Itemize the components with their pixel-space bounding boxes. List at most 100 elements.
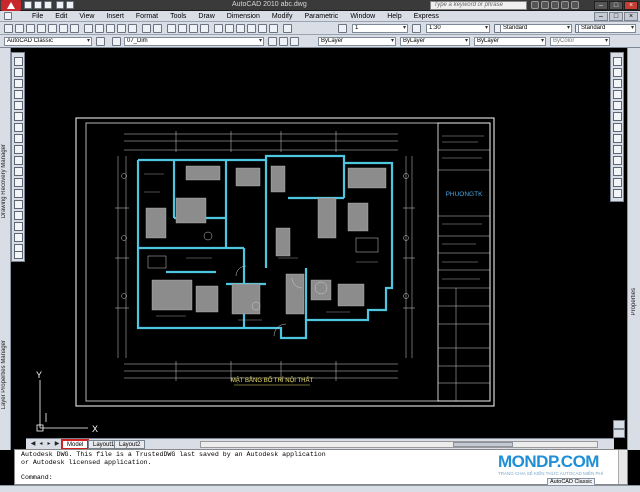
subscription-icon[interactable] [541,1,549,9]
fillet-icon[interactable] [613,189,622,198]
region-icon[interactable] [14,233,23,242]
spline-icon[interactable] [14,145,23,154]
revision-cloud-icon[interactable] [14,134,23,143]
redo-icon[interactable] [66,1,74,9]
menu-item-dimension[interactable]: Dimension [221,12,266,21]
line-icon[interactable] [14,57,23,66]
annotation-scale-icon[interactable] [338,24,347,33]
quickcalc-icon[interactable] [269,24,278,33]
workspace-select[interactable]: AutoCAD Classic [4,37,92,46]
properties-palette-label[interactable]: Properties [631,288,637,315]
doc-restore-button[interactable]: □ [609,12,623,21]
plotstyle-select[interactable]: ByColor [550,37,610,46]
layer-manager-icon[interactable] [112,37,121,46]
point-icon[interactable] [14,200,23,209]
make-current-icon[interactable] [268,37,277,46]
undo-tool-icon[interactable] [142,24,151,33]
layer-properties-manager-label[interactable]: Layer Properties Manager [1,340,7,409]
3d-dwf-icon[interactable] [70,24,79,33]
menu-item-edit[interactable]: Edit [49,12,73,21]
ellipse-icon[interactable] [14,156,23,165]
layer-previous-icon[interactable] [279,37,288,46]
break-icon[interactable] [613,178,622,187]
binoculars-icon[interactable] [531,1,539,9]
polyline-icon[interactable] [14,79,23,88]
dim-scale-select[interactable]: 1:30 [426,24,490,33]
move-icon[interactable] [613,112,622,121]
copy-icon[interactable] [95,24,104,33]
hatch-icon[interactable] [14,211,23,220]
next-tab-arrow[interactable]: ▸ [46,441,52,448]
open-file-icon[interactable] [15,24,24,33]
last-tab-arrow[interactable]: ▶ [54,441,60,448]
communication-center-icon[interactable] [551,1,559,9]
layer-state-icon[interactable] [290,37,299,46]
rotate-icon[interactable] [613,123,622,132]
block-editor-icon[interactable] [128,24,137,33]
scale-icon[interactable] [613,134,622,143]
ellipse-arc-icon[interactable] [14,167,23,176]
undo-icon[interactable] [56,1,64,9]
star-icon[interactable] [561,1,569,9]
plot-icon[interactable] [37,24,46,33]
first-tab-arrow[interactable]: ◀ [30,441,36,448]
extend-icon[interactable] [613,167,622,176]
search-input[interactable]: Type a keyword or phrase [430,1,527,10]
menu-item-help[interactable]: Help [381,12,407,21]
stretch-icon[interactable] [613,145,622,154]
drawing-icon[interactable] [4,12,12,20]
gradient-icon[interactable] [14,222,23,231]
horizontal-scrollbar[interactable] [200,441,598,448]
menu-item-express[interactable]: Express [408,12,445,21]
command-prompt[interactable]: Command: [21,474,53,482]
make-block-icon[interactable] [14,189,23,198]
workspace-settings-icon[interactable] [96,37,105,46]
open-icon[interactable] [34,1,42,9]
maximize-button[interactable]: □ [609,1,623,10]
zoom-realtime-icon[interactable] [178,24,187,33]
menu-item-file[interactable]: File [26,12,49,21]
trim-icon[interactable] [613,156,622,165]
erase-icon[interactable] [613,57,622,66]
arc-icon[interactable] [14,112,23,121]
doc-minimize-button[interactable]: – [594,12,608,21]
paste-icon[interactable] [106,24,115,33]
close-button[interactable]: × [624,1,638,10]
match-properties-icon[interactable] [117,24,126,33]
copy-object-icon[interactable] [613,68,622,77]
menu-item-tools[interactable]: Tools [164,12,192,21]
design-center-icon[interactable] [225,24,234,33]
dim-style-icon[interactable] [412,24,421,33]
menu-item-window[interactable]: Window [344,12,381,21]
lineweight-select[interactable]: ByLayer [474,37,546,46]
annotation-scale-select[interactable]: 1 [352,24,408,33]
new-icon[interactable] [24,1,32,9]
properties-icon[interactable] [214,24,223,33]
qnew-icon[interactable] [4,24,13,33]
dim-style-select[interactable]: Standard [578,24,636,33]
drawing-recovery-manager-label[interactable]: Drawing Recovery Manager [1,144,7,218]
zoom-window-icon[interactable] [189,24,198,33]
menu-item-format[interactable]: Format [130,12,164,21]
scroll-up-arrow[interactable] [613,420,625,429]
prev-tab-arrow[interactable]: ◂ [38,441,44,448]
array-icon[interactable] [613,101,622,110]
offset-icon[interactable] [613,90,622,99]
application-menu-button[interactable] [1,0,21,11]
tool-palettes-icon[interactable] [236,24,245,33]
menu-item-draw[interactable]: Draw [192,12,220,21]
tab-model[interactable]: Model [60,439,90,450]
doc-close-button[interactable]: × [624,12,638,21]
sheet-set-icon[interactable] [247,24,256,33]
text-style-select[interactable]: Standard [500,24,572,33]
publish-icon[interactable] [59,24,68,33]
menu-item-parametric[interactable]: Parametric [298,12,344,21]
polygon-icon[interactable] [14,90,23,99]
multiline-text-icon[interactable] [14,251,23,259]
menu-item-insert[interactable]: Insert [100,12,130,21]
zoom-previous-icon[interactable] [200,24,209,33]
menu-item-modify[interactable]: Modify [266,12,299,21]
linetype-select[interactable]: ByLayer [400,37,470,46]
circle-icon[interactable] [14,123,23,132]
construction-line-icon[interactable] [14,68,23,77]
